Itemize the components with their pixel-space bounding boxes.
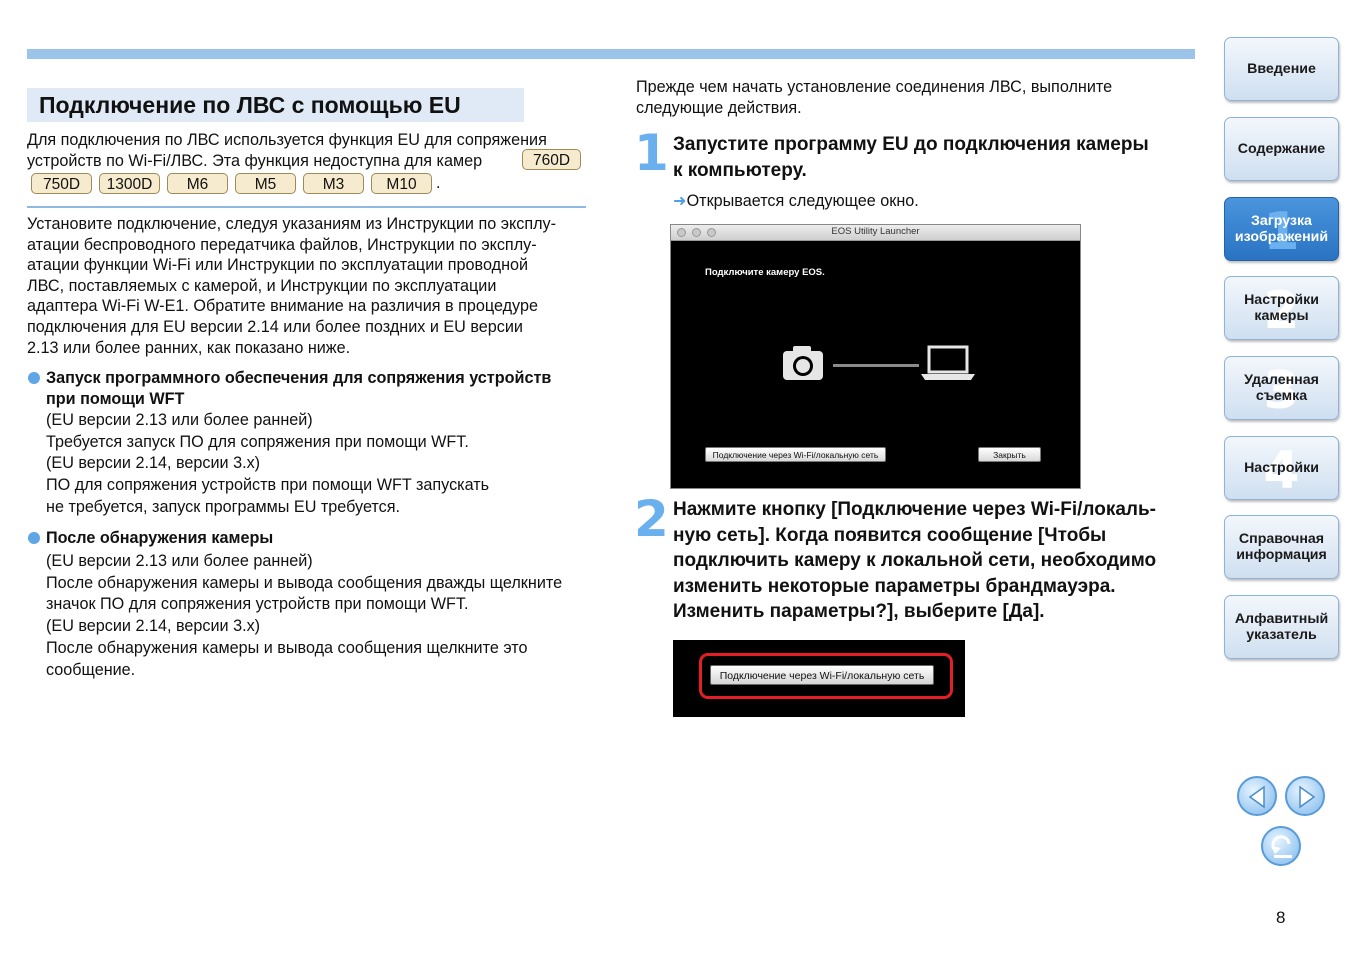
step-1-result: ➜Открывается следующее окно.	[673, 191, 919, 211]
step-heading-line: подключить камеру к локальной сети, необ…	[673, 550, 1157, 571]
step-heading-line: ную сеть]. Когда появится сообщение [Что…	[673, 524, 1107, 546]
nav-image-download[interactable]: 1 Загрузка изображений	[1224, 197, 1339, 261]
bullet-heading-line: После обнаружения камеры	[46, 529, 274, 547]
header-rule	[27, 49, 1195, 59]
bullet-body-line: (EU версии 2.13 или более ранней)	[46, 552, 313, 570]
bullet-body-detection: (EU версии 2.13 или более ранней) После …	[46, 551, 562, 681]
step-1-heading: Запустите программу EU до подключения ка…	[673, 132, 1149, 183]
paragraph-line: атации функции Wi-Fi или Инструкции по э…	[27, 256, 529, 275]
bullet-body-line: (EU версии 2.14, версии 3.x)	[46, 617, 261, 636]
bullet-dot	[28, 532, 40, 544]
arrow-left-icon	[1248, 785, 1265, 809]
camera-to-computer-diagram	[783, 345, 975, 380]
nav-introduction[interactable]: Введение	[1224, 37, 1339, 101]
step-heading-line: Запустите программу EU до подключения ка…	[673, 134, 1149, 155]
paragraph-line: 2.13 или более ранних, как показано ниже…	[27, 338, 351, 357]
nav-reference[interactable]: Справочная информация	[1224, 515, 1339, 579]
bullet-body-line: После обнаружения камеры и вывода сообще…	[46, 638, 528, 657]
model-tag-750d: 750D	[31, 173, 92, 194]
next-page-button[interactable]	[1285, 776, 1325, 816]
close-button[interactable]: Закрыть	[978, 447, 1041, 462]
nav-label: Алфавитный указатель	[1234, 610, 1329, 644]
nav-index[interactable]: Алфавитный указатель	[1224, 595, 1339, 659]
paragraph-line: подключения для EU версии 2.14 или более…	[27, 317, 523, 336]
return-button[interactable]	[1261, 826, 1301, 866]
step-2-heading: Нажмите кнопку [Подключение через Wi-Fi/…	[673, 497, 1156, 625]
bullet-body-line: ПО для сопряжения устройств при помощи W…	[46, 476, 490, 495]
arrow-right-icon	[1299, 785, 1316, 809]
nav-label: Настройки камеры	[1244, 291, 1319, 325]
paragraph-line: адаптера Wi-Fi W-E1. Обратите внимание н…	[27, 297, 538, 316]
model-tag-m3: M3	[303, 173, 364, 194]
bullet-heading-line: Запуск программного обеспечения для сопр…	[46, 369, 552, 387]
section-divider	[27, 206, 586, 208]
bullet-heading-line: при помощи WFT	[46, 389, 185, 408]
step-number-2: 2	[634, 490, 669, 548]
bullet-body-line: не требуется, запуск программы EU требуе…	[46, 497, 401, 516]
step-heading-line: Изменить параметры?], выберите [Да].	[673, 601, 1045, 622]
nav-remote-shooting[interactable]: 3 Удаленная съемка	[1224, 356, 1339, 420]
connection-line	[833, 364, 919, 367]
paragraph-line: атации беспроводного передатчика файлов,…	[27, 235, 537, 254]
section-title-box: Подключение по ЛВС с помощью EU	[27, 88, 524, 122]
bullet-body-line: значок ПО для сопряжения устройств при п…	[46, 595, 469, 614]
step-heading-line: изменить некоторые параметры брандмауэра…	[673, 575, 1116, 597]
step-number-1: 1	[634, 124, 669, 182]
bullet-body-launch: (EU версии 2.13 или более ранней) Требуе…	[46, 410, 489, 519]
intro-text: Для подключения по ЛВС используется функ…	[27, 130, 547, 171]
bullet-heading-launch: Запуск программного обеспечения для сопр…	[46, 368, 551, 409]
intro-line-2: устройств по Wi-Fi/ЛВС. Эта функция недо…	[27, 151, 483, 170]
bullet-body-line: После обнаружения камеры и вывода сообще…	[46, 573, 563, 592]
button-closeup: Подключение через Wi-Fi/локальную сеть	[673, 640, 965, 717]
instructions-paragraph: Установите подключение, следуя указаниям…	[27, 214, 556, 358]
right-intro: Прежде чем начать установление соединени…	[636, 77, 1112, 119]
bullet-heading-detection: После обнаружения камеры	[46, 528, 273, 549]
model-tag-m5: M5	[235, 173, 296, 194]
intro-line-1: Для подключения по ЛВС используется функ…	[27, 131, 547, 149]
window-titlebar: EOS Utility Launcher	[671, 225, 1080, 241]
section-title: Подключение по ЛВС с помощью EU	[39, 92, 461, 118]
step-1-result-text: Открывается следующее окно.	[686, 192, 919, 210]
nav-contents[interactable]: Содержание	[1224, 117, 1339, 181]
model-tag-m10: M10	[371, 173, 432, 194]
bullet-body-line: Требуется запуск ПО для сопряжения при п…	[46, 432, 469, 451]
return-arrow-icon	[1271, 835, 1292, 858]
model-tag-760d: 760D	[522, 149, 581, 170]
nav-label: Настройки	[1244, 459, 1319, 476]
step-heading-line: к компьютеру.	[673, 159, 807, 181]
right-intro-line: следующие действия.	[636, 99, 802, 117]
step-heading-line: Нажмите кнопку [Подключение через Wi-Fi/…	[673, 499, 1156, 520]
bullet-body-line: (EU версии 2.14, версии 3.x)	[46, 454, 261, 473]
nav-label: Справочная информация	[1236, 530, 1327, 564]
paragraph-line: ЛВС, поставляемых с камерой, и Инструкци…	[27, 276, 497, 295]
nav-label: Загрузка изображений	[1234, 212, 1329, 246]
previous-page-button[interactable]	[1237, 776, 1277, 816]
camera-icon	[783, 346, 823, 380]
connect-camera-message: Подключите камеру EOS.	[705, 267, 825, 278]
nav-camera-settings[interactable]: 2 Настройки камеры	[1224, 276, 1339, 340]
nav-preferences[interactable]: 4 Настройки	[1224, 436, 1339, 500]
window-title: EOS Utility Launcher	[831, 226, 920, 237]
nav-label: Содержание	[1237, 140, 1326, 157]
intro-period: .	[436, 174, 441, 192]
nav-label: Удаленная съемка	[1244, 371, 1319, 405]
wifi-lan-connect-button[interactable]: Подключение через Wi-Fi/локальную сеть	[705, 447, 886, 462]
arrow-right-icon: ➜	[673, 192, 687, 210]
bullet-body-line: (EU версии 2.13 или более ранней)	[46, 411, 313, 429]
eos-utility-launcher-window: EOS Utility Launcher Подключите камеру E…	[670, 224, 1081, 489]
model-tag-m6: M6	[167, 173, 228, 194]
laptop-icon	[921, 345, 975, 380]
paragraph-line: Установите подключение, следуя указаниям…	[27, 215, 557, 233]
wifi-lan-connect-button-closeup[interactable]: Подключение через Wi-Fi/локальную сеть	[710, 665, 934, 685]
page-number: 8	[1276, 908, 1286, 927]
bullet-body-line: сообщение.	[46, 660, 136, 679]
right-intro-line: Прежде чем начать установление соединени…	[636, 78, 1113, 96]
bullet-dot	[28, 372, 40, 384]
nav-label: Введение	[1247, 60, 1316, 77]
model-tag-1300d: 1300D	[99, 173, 160, 194]
